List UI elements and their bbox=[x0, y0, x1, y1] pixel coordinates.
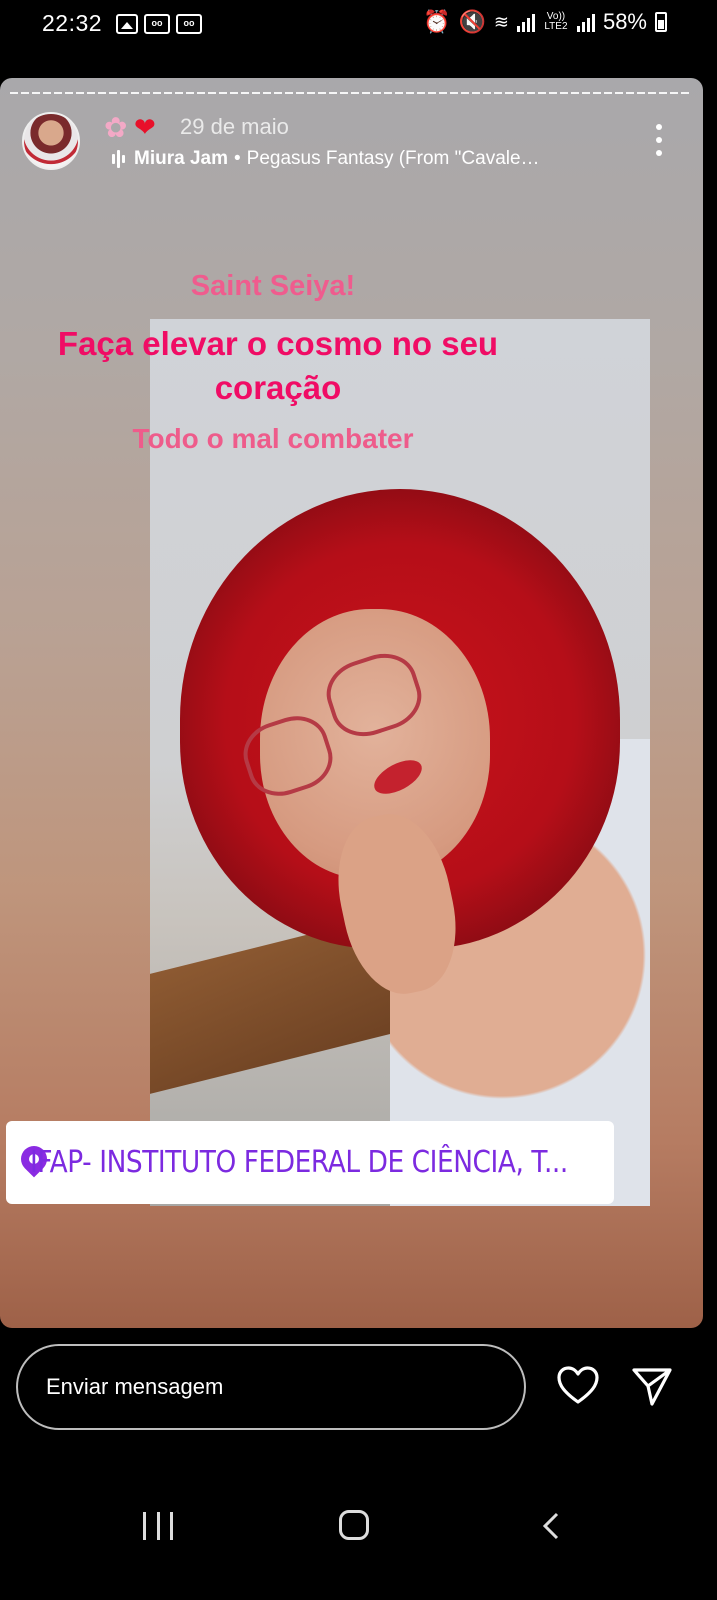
status-time: 22:32 bbox=[42, 10, 103, 36]
image-icon bbox=[116, 14, 138, 34]
story-progress-bar bbox=[10, 92, 691, 94]
story-text-saint-seiya: Saint Seiya! bbox=[190, 270, 356, 302]
mute-icon: 🔇 bbox=[458, 9, 486, 34]
heart-emoji-icon: ❤ bbox=[134, 112, 156, 142]
music-sticker[interactable]: Miura Jam • Pegasus Fantasy (From "Caval… bbox=[112, 148, 540, 170]
alarm-icon: ⏰ bbox=[423, 9, 451, 34]
battery-percent: 58% bbox=[602, 9, 647, 34]
signal-icon bbox=[576, 12, 595, 32]
home-button[interactable] bbox=[339, 1510, 369, 1540]
location-label: IFAP- INSTITUTO FEDERAL DE CIÊNCIA, T... bbox=[30, 1145, 568, 1180]
more-options-icon[interactable] bbox=[654, 124, 664, 156]
story-viewer[interactable]: ❤ 29 de maio Miura Jam • Pegasus Fantasy… bbox=[0, 78, 703, 1328]
location-sticker[interactable]: IFAP- INSTITUTO FEDERAL DE CIÊNCIA, T... bbox=[6, 1121, 614, 1204]
send-icon[interactable] bbox=[630, 1364, 674, 1408]
notification-icons: oo oo bbox=[116, 14, 202, 34]
send-message-placeholder: Enviar mensagem bbox=[46, 1374, 224, 1399]
system-icons: ⏰ 🔇 ≋ Vo)) LTE2 58% bbox=[423, 9, 667, 35]
wifi-icon: ≋ bbox=[493, 11, 509, 32]
status-bar: 22:32 oo oo ⏰ 🔇 ≋ Vo)) LTE2 58% bbox=[0, 0, 717, 50]
music-separator: • bbox=[233, 148, 241, 169]
story-username-emojis[interactable]: ❤ bbox=[104, 111, 156, 144]
story-text-cosmo: Faça elevar o cosmo no seu coração bbox=[57, 325, 499, 406]
voicemail-icon: oo bbox=[176, 14, 202, 34]
story-text-combater: Todo o mal combater bbox=[132, 423, 414, 454]
signal-icon bbox=[516, 12, 535, 32]
music-artist: Miura Jam bbox=[134, 148, 228, 169]
back-button[interactable] bbox=[541, 1512, 561, 1540]
battery-icon bbox=[655, 12, 667, 32]
avatar[interactable] bbox=[22, 112, 80, 170]
send-message-input[interactable]: Enviar mensagem bbox=[16, 1344, 526, 1430]
story-date: 29 de maio bbox=[180, 114, 289, 139]
heart-icon[interactable] bbox=[556, 1364, 600, 1408]
audio-wave-icon bbox=[112, 150, 125, 168]
voicemail-icon: oo bbox=[144, 14, 170, 34]
music-track: Pegasus Fantasy (From "Cavale… bbox=[246, 148, 540, 169]
volte-label: Vo)) LTE2 bbox=[544, 11, 568, 32]
cherry-blossom-icon bbox=[104, 111, 132, 144]
recent-apps-button[interactable] bbox=[143, 1512, 173, 1540]
